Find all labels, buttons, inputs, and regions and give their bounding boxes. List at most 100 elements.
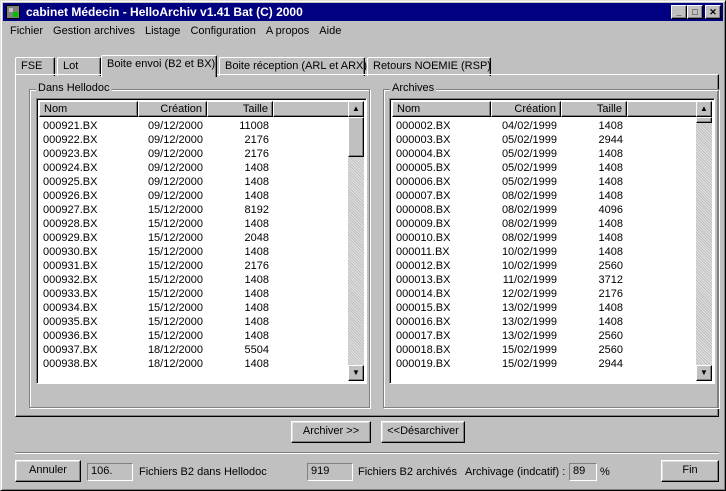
table-row[interactable]: 000013.BX 11/02/1999 3712: [392, 273, 718, 287]
creation-date: 12/02/1999: [501, 288, 557, 300]
creation-date: 11/02/1999: [502, 274, 557, 286]
table-row[interactable]: 000017.BX 13/02/1999 2560: [392, 329, 718, 343]
table-row[interactable]: 000932.BX 15/12/2000 1408: [39, 273, 365, 287]
file-name: 000011.BX: [396, 246, 450, 258]
scroll-down-icon[interactable]: ▼: [696, 365, 712, 381]
table-row[interactable]: 000004.BX 05/02/1999 1408: [392, 147, 718, 161]
file-size: 1408: [244, 246, 269, 258]
file-size: 2048: [244, 232, 269, 244]
table-row[interactable]: 000922.BX 09/12/2000 2176: [39, 133, 365, 147]
hellodoc-group: Dans Hellodoc Nom Création Taille 000921…: [29, 82, 370, 408]
table-row[interactable]: 000011.BX 10/02/1999 1408: [392, 245, 718, 259]
scroll-up-icon[interactable]: ▲: [348, 101, 364, 117]
table-row[interactable]: 000018.BX 15/02/1999 2560: [392, 343, 718, 357]
table-row[interactable]: 000930.BX 15/12/2000 1408: [39, 245, 365, 259]
title-bar[interactable]: cabinet Médecin - HelloArchiv v1.41 Bat …: [3, 3, 723, 21]
table-row[interactable]: 000003.BX 05/02/1999 2944: [392, 133, 718, 147]
menu-configuration[interactable]: Configuration: [185, 23, 260, 41]
table-row[interactable]: 000938.BX 18/12/2000 1408: [39, 357, 365, 371]
table-row[interactable]: 000007.BX 08/02/1999 1408: [392, 189, 718, 203]
column-taille[interactable]: Taille: [207, 101, 273, 117]
file-size: 1408: [244, 190, 269, 202]
table-row[interactable]: 000937.BX 18/12/2000 5504: [39, 343, 365, 357]
menu-a-propos[interactable]: A propos: [261, 23, 314, 41]
table-row[interactable]: 000009.BX 08/02/1999 1408: [392, 217, 718, 231]
table-row[interactable]: 000928.BX 15/12/2000 1408: [39, 217, 365, 231]
archives-scrollbar[interactable]: ▲ ▼: [696, 101, 712, 381]
file-name: 000004.BX: [396, 148, 451, 160]
file-size: 1408: [244, 302, 269, 314]
hellodoc-list[interactable]: Nom Création Taille 000921.BX 09/12/2000 1…: [36, 98, 367, 384]
menu-gestion-archives[interactable]: Gestion archives: [48, 23, 140, 41]
menu-bar: Fichier Gestion archives Listage Configu…: [5, 23, 346, 41]
column-creation[interactable]: Création: [491, 101, 561, 117]
file-size: 1408: [598, 162, 623, 174]
table-row[interactable]: 000019.BX 15/02/1999 2944: [392, 357, 718, 371]
file-name: 000926.BX: [43, 190, 98, 202]
archived-count-label: Fichiers B2 archivés: [358, 466, 458, 478]
creation-date: 15/12/2000: [147, 204, 203, 216]
table-row[interactable]: 000012.BX 10/02/1999 2560: [392, 259, 718, 273]
table-row[interactable]: 000924.BX 09/12/2000 1408: [39, 161, 365, 175]
hellodoc-count-field: 106.: [87, 463, 133, 481]
file-size: 1408: [244, 274, 269, 286]
scroll-down-icon[interactable]: ▼: [348, 365, 364, 381]
maximize-icon[interactable]: □: [687, 5, 703, 19]
scroll-thumb[interactable]: [348, 117, 364, 157]
table-row[interactable]: 000935.BX 15/12/2000 1408: [39, 315, 365, 329]
menu-listage[interactable]: Listage: [140, 23, 185, 41]
end-button[interactable]: Fin: [661, 460, 719, 482]
table-row[interactable]: 000929.BX 15/12/2000 2048: [39, 231, 365, 245]
file-name: 000930.BX: [43, 246, 98, 258]
table-row[interactable]: 000926.BX 09/12/2000 1408: [39, 189, 365, 203]
cancel-button[interactable]: Annuler: [15, 460, 81, 482]
column-nom[interactable]: Nom: [392, 101, 491, 117]
hellodoc-scrollbar[interactable]: ▲ ▼: [348, 101, 364, 381]
file-name: 000009.BX: [396, 218, 451, 230]
creation-date: 18/12/2000: [147, 344, 203, 356]
table-row[interactable]: 000016.BX 13/02/1999 1408: [392, 315, 718, 329]
table-row[interactable]: 000923.BX 09/12/2000 2176: [39, 147, 365, 161]
table-row[interactable]: 000921.BX 09/12/2000 11008: [39, 119, 365, 133]
tab-boite-envoi[interactable]: Boite envoi (B2 et BX): [101, 55, 217, 77]
table-row[interactable]: 000010.BX 08/02/1999 1408: [392, 231, 718, 245]
creation-date: 15/12/2000: [147, 316, 203, 328]
creation-date: 15/12/2000: [147, 274, 203, 286]
menu-aide[interactable]: Aide: [314, 23, 346, 41]
creation-date: 15/02/1999: [501, 344, 557, 356]
archive-button[interactable]: Archiver >>: [291, 421, 371, 443]
table-row[interactable]: 000008.BX 08/02/1999 4096: [392, 203, 718, 217]
table-row[interactable]: 000925.BX 09/12/2000 1408: [39, 175, 365, 189]
close-icon[interactable]: ✕: [705, 5, 721, 19]
column-nom[interactable]: Nom: [39, 101, 138, 117]
unarchive-button[interactable]: <<Désarchiver: [381, 421, 465, 443]
table-row[interactable]: 000002.BX 04/02/1999 1408: [392, 119, 718, 133]
table-row[interactable]: 000014.BX 12/02/1999 2176: [392, 287, 718, 301]
table-row[interactable]: 000005.BX 05/02/1999 1408: [392, 161, 718, 175]
creation-date: 08/02/1999: [501, 190, 557, 202]
file-size: 1408: [598, 232, 623, 244]
minimize-icon[interactable]: _: [671, 5, 687, 19]
file-size: 1408: [244, 358, 269, 370]
column-taille[interactable]: Taille: [561, 101, 627, 117]
table-row[interactable]: 000006.BX 05/02/1999 1408: [392, 175, 718, 189]
menu-fichier[interactable]: Fichier: [5, 23, 48, 41]
table-row[interactable]: 000931.BX 15/12/2000 2176: [39, 259, 365, 273]
creation-date: 15/12/2000: [147, 330, 203, 342]
table-row[interactable]: 000936.BX 15/12/2000 1408: [39, 329, 365, 343]
column-creation[interactable]: Création: [138, 101, 207, 117]
table-row[interactable]: 000927.BX 15/12/2000 8192: [39, 203, 365, 217]
file-size: 5504: [244, 344, 269, 356]
file-size: 2176: [244, 148, 269, 160]
scroll-up-icon[interactable]: ▲: [696, 101, 712, 117]
table-row[interactable]: 000934.BX 15/12/2000 1408: [39, 301, 365, 315]
scroll-thumb[interactable]: [696, 117, 712, 123]
creation-date: 08/02/1999: [501, 232, 557, 244]
table-row[interactable]: 000933.BX 15/12/2000 1408: [39, 287, 365, 301]
archives-list[interactable]: Nom Création Taille 000002.BX 04/02/1999 1…: [389, 98, 715, 384]
table-row[interactable]: 000015.BX 13/02/1999 1408: [392, 301, 718, 315]
file-name: 000925.BX: [43, 176, 98, 188]
file-name: 000928.BX: [43, 218, 98, 230]
file-name: 000018.BX: [396, 344, 451, 356]
file-size: 1408: [244, 288, 269, 300]
